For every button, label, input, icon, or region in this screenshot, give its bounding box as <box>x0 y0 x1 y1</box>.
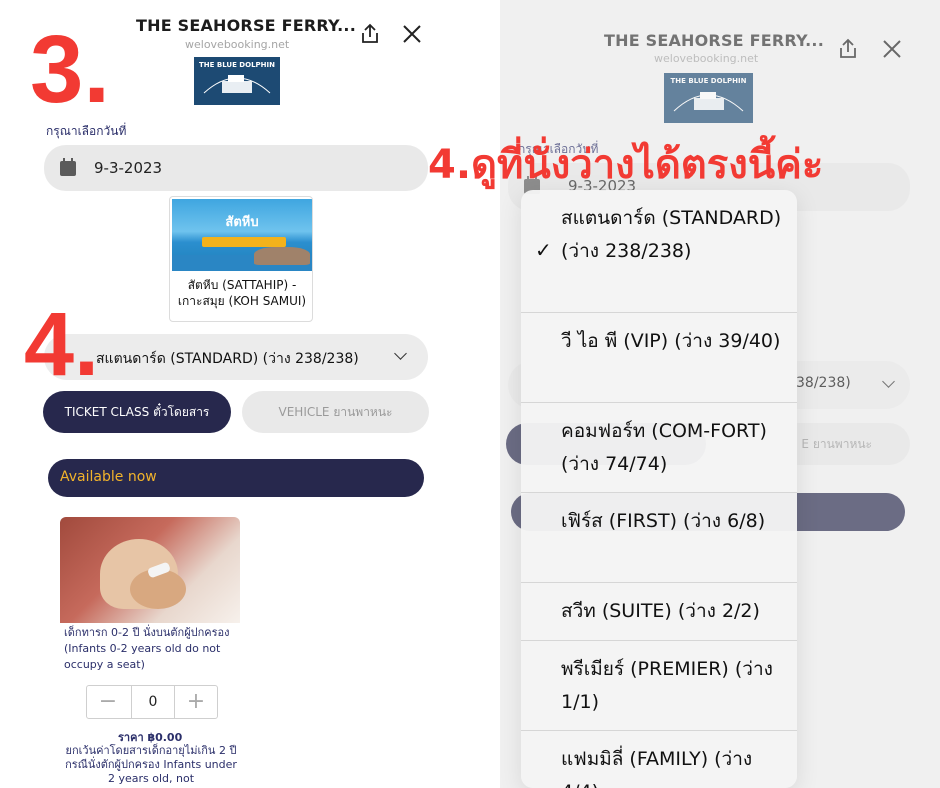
available-now-label: Available now <box>60 469 157 485</box>
page-title: THE SEAHORSE FERRY... <box>136 16 356 35</box>
tab-ticket-class[interactable]: TICKET CLASS ตั๋วโดยสาร <box>43 391 231 433</box>
ticket-image <box>60 517 240 623</box>
increase-button[interactable]: + <box>175 686 217 718</box>
share-icon[interactable] <box>358 22 382 46</box>
route-name: สัตหีบ (SATTAHIP) - เกาะสมุย (KOH SAMUI) <box>177 278 307 308</box>
route-card[interactable]: สัตหีบ สัตหีบ (SATTAHIP) - เกาะสมุย (KOH… <box>169 196 313 322</box>
quantity-stepper[interactable]: − 0 + <box>86 685 218 719</box>
route-image-title: สัตหีบ <box>225 215 259 230</box>
available-now-bar: Available now <box>48 459 424 497</box>
option-label: คอมฟอร์ท (COM-FORT) (ว่าง 74/74) <box>561 420 767 475</box>
tab-vehicle[interactable]: VEHICLE ยานพาหนะ <box>242 391 429 433</box>
quantity-value[interactable]: 0 <box>131 686 175 718</box>
step-3-annotation: 3. <box>30 16 111 123</box>
calendar-icon <box>60 158 76 176</box>
class-select-value: สแตนดาร์ด (STANDARD) (ว่าง 238/238) <box>96 351 359 367</box>
right-screenshot: THE SEAHORSE FERRY... welovebooking.net … <box>500 0 940 788</box>
date-label: กรุณาเลือกวันที่ <box>46 124 127 138</box>
option-label: วี ไอ พี (VIP) (ว่าง 39/40) <box>561 330 781 352</box>
decrease-button[interactable]: − <box>87 686 129 718</box>
left-screenshot: THE SEAHORSE FERRY... welovebooking.net … <box>0 0 470 788</box>
option-standard[interactable]: ✓ สแตนดาร์ด (STANDARD) (ว่าง 238/238) <box>521 190 797 313</box>
option-comfort[interactable]: คอมฟอร์ท (COM-FORT) (ว่าง 74/74) <box>521 403 797 493</box>
date-value: 9-3-2023 <box>94 159 163 177</box>
close-icon[interactable] <box>400 22 424 46</box>
route-image: สัตหีบ <box>172 199 312 271</box>
chevron-down-icon <box>394 347 407 360</box>
ticket-card: เด็กทารก 0-2 ปี นั่งบนตักผู้ปกครอง (Infa… <box>60 517 242 788</box>
option-label: เฟิร์ส (FIRST) (ว่าง 6/8) <box>561 510 766 532</box>
date-field[interactable]: 9-3-2023 <box>44 145 428 191</box>
option-family[interactable]: แฟมมิลี่ (FAMILY) (ว่าง 4/4) <box>521 731 797 788</box>
class-select[interactable]: สแตนดาร์ด (STANDARD) (ว่าง 238/238) <box>44 334 428 380</box>
option-vip[interactable]: วี ไอ พี (VIP) (ว่าง 39/40) <box>521 313 797 403</box>
logo-text: THE BLUE DOLPHIN <box>199 61 275 69</box>
page-url: welovebooking.net <box>185 38 290 51</box>
seat-availability-callout: 4.ดูที่นั่งว่างได้ตรงนี้ค่ะ <box>428 142 824 188</box>
option-label: พรีเมียร์ (PREMIER) (ว่าง 1/1) <box>561 658 773 713</box>
step-4-annotation: 4. <box>24 295 100 395</box>
option-premier[interactable]: พรีเมียร์ (PREMIER) (ว่าง 1/1) <box>521 641 797 731</box>
option-suite[interactable]: สวีท (SUITE) (ว่าง 2/2) <box>521 583 797 641</box>
option-first[interactable]: เฟิร์ส (FIRST) (ว่าง 6/8) <box>521 493 797 583</box>
logo: THE BLUE DOLPHIN <box>194 57 280 105</box>
checkmark-icon: ✓ <box>535 238 552 262</box>
class-dropdown[interactable]: ✓ สแตนดาร์ด (STANDARD) (ว่าง 238/238) วี… <box>521 190 797 788</box>
option-label: สแตนดาร์ด (STANDARD) (ว่าง 238/238) <box>561 207 782 262</box>
option-label: สวีท (SUITE) (ว่าง 2/2) <box>561 600 760 622</box>
ticket-description: เด็กทารก 0-2 ปี นั่งบนตักผู้ปกครอง (Infa… <box>64 626 230 671</box>
ticket-note: ยกเว้นค่าโดยสารเด็กอายุไม่เกิน 2 ปี กรณี… <box>65 744 237 785</box>
option-label: แฟมมิลี่ (FAMILY) (ว่าง 4/4) <box>561 748 753 788</box>
